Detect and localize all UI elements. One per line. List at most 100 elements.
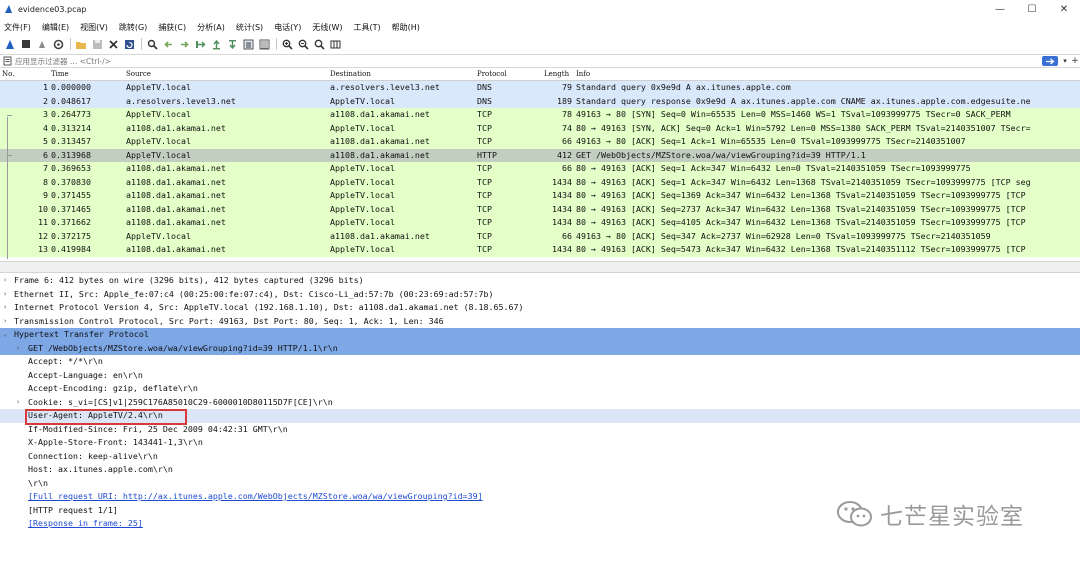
detail-tree-item[interactable]: ⌄ Hypertext Transfer Protocol — [0, 328, 1080, 342]
maximize-button[interactable]: ☐ — [1016, 0, 1048, 18]
detail-tree-item[interactable]: Accept-Encoding: gzip, deflate\r\n — [0, 382, 1080, 396]
packet-row[interactable]: 10 0.371465 a1108.da1.akamai.net AppleTV.lo… — [0, 202, 1080, 216]
collapsed-chevron-icon[interactable]: › — [3, 274, 7, 288]
detail-tree-item[interactable]: › Transmission Control Protocol, Src Port… — [0, 315, 1080, 329]
close-button[interactable]: ✕ — [1048, 0, 1080, 18]
zoom-in-icon[interactable] — [280, 37, 294, 51]
display-filter-bar: ▾ + — [0, 54, 1080, 68]
detail-tree-item[interactable]: › Cookie: s_vi=[CS]v1|259C176A85010C29-60… — [0, 396, 1080, 410]
wireshark-fin-icon — [5, 5, 12, 13]
find-icon[interactable] — [145, 37, 159, 51]
detail-tree-item[interactable]: › Internet Protocol Version 4, Src: Apple… — [0, 301, 1080, 315]
toolbar-separator — [276, 38, 277, 50]
packet-row[interactable]: 12 0.372175 AppleTV.local a1108.da1.akamai.… — [0, 229, 1080, 243]
detail-tree-item[interactable]: X-Apple-Store-Front: 143441-1,3\r\n — [0, 436, 1080, 450]
detail-text: GET /WebObjects/MZStore.woa/wa/viewGroup… — [28, 342, 338, 353]
window-title: evidence03.pcap — [18, 4, 87, 14]
detail-text: Cookie: s_vi=[CS]v1|259C176A85010C29-600… — [28, 396, 333, 407]
menu-edit[interactable]: 编辑(E) — [42, 22, 69, 33]
cell-protocol: TCP — [477, 217, 492, 227]
menu-go[interactable]: 跳转(G) — [119, 22, 147, 33]
menu-telephony[interactable]: 电话(Y) — [274, 22, 301, 33]
detail-tree-item[interactable]: Accept: */*\r\n — [0, 355, 1080, 369]
cell-destination: a.resolvers.level3.net — [330, 82, 440, 92]
cell-protocol: TCP — [477, 163, 492, 173]
shark-fin-start-icon[interactable] — [3, 37, 17, 51]
menu-wireless[interactable]: 无线(W) — [312, 22, 342, 33]
window-controls: — ☐ ✕ — [984, 0, 1080, 18]
column-source[interactable]: Source — [126, 70, 151, 78]
collapsed-chevron-icon[interactable]: › — [3, 301, 7, 315]
expanded-chevron-icon[interactable]: ⌄ — [3, 328, 7, 342]
packet-row[interactable]: 2 0.048617 a.resolvers.level3.net AppleTV.l… — [0, 94, 1080, 108]
go-to-packet-icon[interactable] — [193, 37, 207, 51]
zoom-normal-icon[interactable] — [312, 37, 326, 51]
colorize-icon[interactable] — [257, 37, 271, 51]
detail-tree-item[interactable]: › Ethernet II, Src: Apple_fe:07:c4 (00:25… — [0, 288, 1080, 302]
menu-help[interactable]: 帮助(H) — [392, 22, 420, 33]
detail-tree-item[interactable]: Accept-Language: en\r\n — [0, 369, 1080, 383]
packet-row[interactable]: 5 0.313457 AppleTV.local a1108.da1.akamai.n… — [0, 135, 1080, 149]
pane-splitter[interactable] — [0, 261, 1080, 273]
stop-icon[interactable] — [19, 37, 33, 51]
detail-link[interactable]: [Full request URI: http://ax.itunes.appl… — [28, 490, 483, 504]
detail-tree-item[interactable]: \r\n — [0, 477, 1080, 491]
column-info[interactable]: Info — [576, 70, 590, 78]
display-filter-input[interactable] — [13, 55, 1042, 67]
column-no[interactable]: No. — [2, 70, 14, 78]
menu-analyze[interactable]: 分析(A) — [197, 22, 225, 33]
restart-icon[interactable] — [35, 37, 49, 51]
options-gear-icon[interactable] — [51, 37, 65, 51]
detail-link[interactable]: [Response in frame: 25] — [28, 517, 143, 531]
menu-view[interactable]: 视图(V) — [80, 22, 108, 33]
packet-row[interactable]: 7 0.369653 a1108.da1.akamai.net AppleTV.loc… — [0, 162, 1080, 176]
go-forward-icon[interactable] — [177, 37, 191, 51]
column-length[interactable]: Length — [544, 70, 569, 78]
autoscroll-icon[interactable] — [241, 37, 255, 51]
packet-row[interactable]: 1 0.000000 AppleTV.local a.resolvers.level3… — [0, 81, 1080, 95]
packet-row[interactable]: 13 0.419984 a1108.da1.akamai.net AppleTV.lo… — [0, 243, 1080, 257]
filter-bookmark-icon[interactable] — [1, 55, 13, 67]
column-destination[interactable]: Destination — [330, 70, 371, 78]
packet-row[interactable]: 8 0.370830 a1108.da1.akamai.net AppleTV.loc… — [0, 175, 1080, 189]
close-file-icon[interactable] — [106, 37, 120, 51]
cell-time: 0.372175 — [51, 230, 91, 241]
detail-tree-item[interactable]: Host: ax.itunes.apple.com\r\n — [0, 463, 1080, 477]
packet-row[interactable]: 3 0.264773 AppleTV.local a1108.da1.akamai.n… — [0, 108, 1080, 122]
detail-tree-item[interactable]: Connection: keep-alive\r\n — [0, 450, 1080, 464]
collapsed-chevron-icon[interactable]: › — [16, 396, 20, 410]
detail-text: \r\n — [28, 477, 48, 488]
apply-filter-arrow-icon[interactable] — [1042, 56, 1058, 66]
collapsed-chevron-icon[interactable]: › — [3, 315, 7, 329]
collapsed-chevron-icon[interactable]: › — [3, 288, 7, 302]
menu-statistics[interactable]: 统计(S) — [236, 22, 263, 33]
packet-row-selected[interactable]: 6 0.313968 AppleTV.local a1108.da1.akamai.n… — [0, 148, 1080, 162]
add-filter-button-icon[interactable]: + — [1070, 55, 1080, 67]
minimize-button[interactable]: — — [984, 0, 1016, 18]
go-first-icon[interactable] — [209, 37, 223, 51]
cell-length: 74 — [562, 122, 572, 133]
resize-columns-icon[interactable] — [328, 37, 342, 51]
reload-icon[interactable] — [122, 37, 136, 51]
menu-file[interactable]: 文件(F) — [4, 22, 31, 33]
menu-capture[interactable]: 捕获(C) — [158, 22, 186, 33]
filter-history-chevron-down-icon[interactable]: ▾ — [1060, 55, 1070, 67]
zoom-out-icon[interactable] — [296, 37, 310, 51]
go-back-icon[interactable] — [161, 37, 175, 51]
cell-source: AppleTV.local — [126, 109, 191, 119]
detail-tree-item[interactable]: › GET /WebObjects/MZStore.woa/wa/viewGrou… — [0, 341, 1080, 356]
packet-row[interactable]: 4 0.313214 a1108.da1.akamai.net AppleTV.loc… — [0, 121, 1080, 135]
cell-length: 66 — [562, 136, 572, 146]
collapsed-chevron-icon[interactable]: › — [16, 342, 20, 356]
open-folder-icon[interactable] — [74, 37, 88, 51]
detail-tree-item[interactable]: › Frame 6: 412 bytes on wire (3296 bits),… — [0, 274, 1080, 288]
packet-row[interactable]: 9 0.371455 a1108.da1.akamai.net AppleTV.loc… — [0, 189, 1080, 203]
menu-tools[interactable]: 工具(T) — [353, 22, 380, 33]
cell-destination: a1108.da1.akamai.net — [330, 109, 430, 119]
go-last-icon[interactable] — [225, 37, 239, 51]
column-protocol[interactable]: Protocol — [477, 70, 507, 78]
cell-length: 78 — [562, 109, 572, 119]
column-time[interactable]: Time — [51, 70, 69, 78]
save-file-icon[interactable] — [90, 37, 104, 51]
packet-row[interactable]: 11 0.371662 a1108.da1.akamai.net AppleTV.lo… — [0, 216, 1080, 230]
